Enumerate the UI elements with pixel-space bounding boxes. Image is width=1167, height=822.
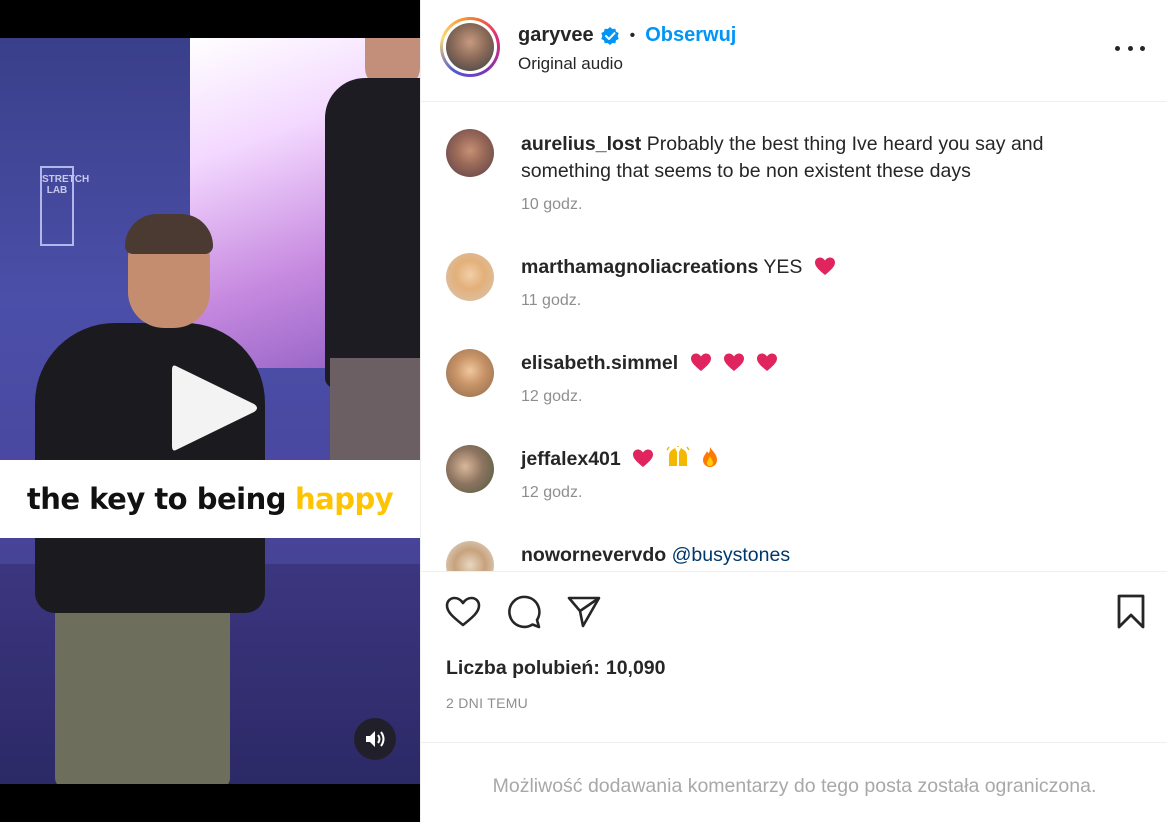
comment-text-block: jeffalex401 <box>521 446 1121 476</box>
follow-button[interactable]: Obserwuj <box>645 24 736 47</box>
verified-badge-icon <box>600 26 620 46</box>
fire-emoji-icon <box>701 446 719 476</box>
comments-restricted-notice: Możliwość dodawania komentarzy do tego p… <box>492 775 1097 797</box>
stage-logo: STRETCH LAB <box>40 166 89 246</box>
speaker-icon[interactable] <box>354 718 396 760</box>
raised-hands-emoji-icon <box>665 446 690 476</box>
comment-time[interactable]: 12 godz. <box>521 388 582 406</box>
more-options-icon[interactable] <box>1115 38 1145 58</box>
heart-emoji-icon <box>814 256 836 284</box>
speaker-hair <box>125 214 213 254</box>
audio-label[interactable]: Original audio <box>518 54 623 74</box>
comment-username[interactable]: jeffalex401 <box>521 448 621 470</box>
heart-emoji-icon <box>756 352 778 380</box>
media-panel: STRETCH LAB the key to being happy <box>0 0 420 822</box>
comment-username[interactable]: marthamagnoliacreations <box>521 256 758 278</box>
stage-logo-text: STRETCH LAB <box>42 174 90 196</box>
commenter-avatar[interactable] <box>446 253 494 301</box>
likes-count: 10,090 <box>605 657 666 679</box>
post-header: garyvee • Obserwuj Original audio <box>421 0 1167 102</box>
comment-username[interactable]: nowornevervdo <box>521 544 666 566</box>
comment-text-block: marthamagnoliacreations YES <box>521 254 1121 284</box>
comment-time[interactable]: 11 godz. <box>521 292 581 310</box>
commenter-avatar[interactable] <box>446 129 494 177</box>
play-icon[interactable] <box>164 358 264 458</box>
owner-avatar-photo <box>446 23 494 71</box>
comments-list[interactable]: aurelius_lost Probably the best thing Iv… <box>421 103 1167 571</box>
commenter-avatar[interactable] <box>446 445 494 493</box>
speaker-legs <box>55 598 230 784</box>
owner-avatar[interactable] <box>440 17 500 77</box>
commenter-avatar[interactable] <box>446 349 494 397</box>
owner-username[interactable]: garyvee <box>518 24 594 47</box>
comment-text-block: aurelius_lost Probably the best thing Iv… <box>521 131 1121 185</box>
comment-mention[interactable]: @busystones <box>672 544 790 566</box>
comment-time[interactable]: 12 godz. <box>521 484 582 502</box>
owner-line: garyvee • Obserwuj <box>518 24 736 47</box>
caption-accent-text: happy <box>294 482 394 516</box>
likes-label: Liczba polubień: <box>446 657 600 679</box>
comment-text: YES <box>763 256 803 278</box>
commenter-avatar[interactable] <box>446 541 494 571</box>
comment-time[interactable]: 10 godz. <box>521 196 582 214</box>
video-caption: the key to being happy <box>0 460 420 538</box>
post-side-panel: garyvee • Obserwuj Original audio aureli… <box>420 0 1167 822</box>
posted-time[interactable]: 2 DNI TEMU <box>446 695 528 711</box>
caption-main-text: the key to being <box>26 482 287 516</box>
send-icon[interactable] <box>564 592 604 632</box>
header-separator: • <box>629 26 636 44</box>
heart-emoji-icon <box>632 448 654 476</box>
likes-summary[interactable]: Liczba polubień: 10,090 <box>446 657 666 680</box>
bookmark-icon[interactable] <box>1111 592 1151 632</box>
post-actions: Liczba polubień: 10,090 2 DNI TEMU <box>421 571 1167 743</box>
comment-icon[interactable] <box>504 592 544 632</box>
post-dialog: STRETCH LAB the key to being happy garyv… <box>0 0 1167 822</box>
comment-username[interactable]: aurelius_lost <box>521 133 641 155</box>
comment-text-block: elisabeth.simmel <box>521 350 1121 380</box>
background-person <box>325 78 420 388</box>
comment-text-block: nowornevervdo @busystones <box>521 542 1121 569</box>
heart-emoji-icon <box>723 352 745 380</box>
heart-emoji-icon <box>690 352 712 380</box>
comment-username[interactable]: elisabeth.simmel <box>521 352 678 374</box>
heart-icon[interactable] <box>443 592 483 632</box>
